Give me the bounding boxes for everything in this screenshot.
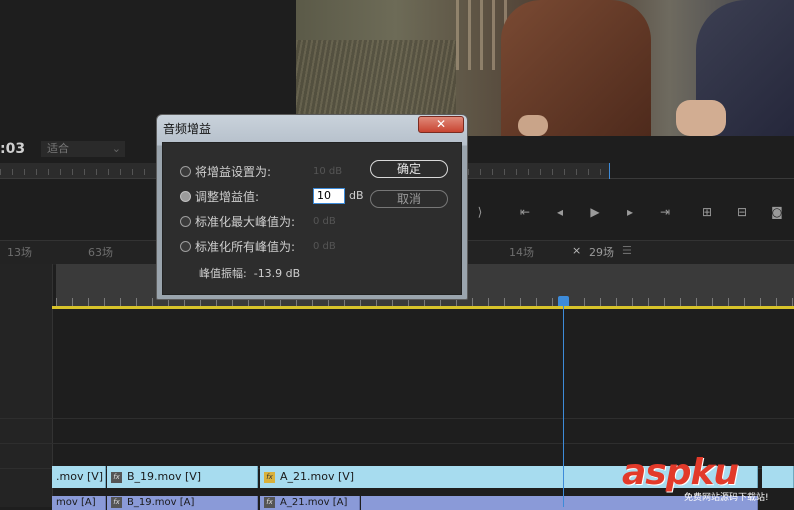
dialog-title: 音频增益 (163, 122, 212, 136)
radio-icon[interactable] (180, 216, 191, 227)
fit-dropdown-value: 适合 (47, 142, 69, 155)
mark-in-icon[interactable]: ⟩ (470, 204, 490, 220)
work-area-bar[interactable] (52, 306, 794, 309)
radio-icon[interactable] (180, 241, 191, 252)
set-gain-value: 10 dB (313, 166, 343, 177)
cancel-button[interactable]: 取消 (370, 190, 448, 208)
clip-label: .mov [V] (56, 470, 104, 483)
fx-icon: fx (111, 496, 122, 508)
tab-13[interactable]: 13场 (7, 244, 32, 260)
close-icon[interactable]: ✕ (418, 116, 464, 133)
audio-clip[interactable]: fx B_19.mov [A] (107, 496, 258, 510)
tab-14[interactable]: 14场 (509, 244, 534, 260)
option-label: 调整增益值: (195, 190, 260, 204)
tab-63[interactable]: 63场 (88, 244, 113, 260)
video-clip[interactable] (762, 466, 794, 488)
fx-icon: fx (264, 471, 275, 483)
clip-label: A_21.mov [V] (280, 470, 355, 483)
option-label: 将增益设置为: (195, 165, 272, 179)
fx-icon: fx (111, 471, 122, 483)
radio-icon[interactable] (180, 166, 191, 177)
audio-clip[interactable]: mov [A] (52, 496, 106, 510)
normalize-all-value: 0 dB (313, 241, 336, 252)
option-set-gain[interactable]: 将增益设置为: (180, 163, 271, 181)
step-forward-icon[interactable]: ▸ (620, 204, 640, 220)
clip-label: mov [A] (56, 497, 96, 508)
watermark-subtitle: 免费网站源码下载站! (684, 493, 769, 503)
tab-close-icon[interactable]: × (572, 244, 581, 257)
track-header-column (0, 264, 53, 507)
ok-button[interactable]: 确定 (370, 160, 448, 178)
fit-dropdown[interactable]: 适合 ⌄ (41, 141, 125, 157)
option-normalize-all-peaks[interactable]: 标准化所有峰值为: (180, 238, 295, 256)
clip-label: B_19.mov [V] (127, 470, 202, 483)
audio-clip[interactable]: fx A_21.mov [A] (260, 496, 360, 510)
go-to-out-icon[interactable]: ⇥ (655, 204, 675, 220)
play-icon[interactable]: ▶ (585, 204, 605, 220)
peak-amplitude: 峰值振幅: -13.9 dB (199, 266, 300, 282)
step-back-icon[interactable]: ◂ (550, 204, 570, 220)
timeline-playhead[interactable] (563, 296, 564, 507)
monitor-playhead[interactable] (609, 163, 610, 179)
export-frame-icon[interactable]: ◙ (767, 204, 787, 220)
watermark-logo: aspku (622, 452, 739, 493)
video-hand (518, 115, 548, 136)
dialog-body: 将增益设置为: 10 dB 调整增益值: 10 dB 标准化最大峰值为: 0 d… (162, 142, 462, 295)
fx-icon: fx (264, 496, 275, 508)
overwrite-icon[interactable]: ⊟ (732, 204, 752, 220)
tab-menu-icon[interactable]: ☰ (622, 244, 632, 257)
video-clip[interactable]: fx B_19.mov [V] (107, 466, 258, 488)
insert-icon[interactable]: ⊞ (697, 204, 717, 220)
chevron-down-icon: ⌄ (111, 142, 121, 155)
video-clip[interactable]: .mov [V] (52, 466, 106, 488)
clip-label: A_21.mov [A] (280, 497, 348, 508)
option-adjust-gain[interactable]: 调整增益值: (180, 188, 259, 206)
track-divider (0, 418, 794, 419)
peak-amplitude-value: -13.9 dB (253, 267, 301, 280)
option-normalize-max-peak[interactable]: 标准化最大峰值为: (180, 213, 295, 231)
go-to-in-icon[interactable]: ⇤ (515, 204, 535, 220)
video-hand-right (676, 100, 726, 136)
option-label: 标准化所有峰值为: (195, 240, 296, 254)
gain-input[interactable]: 10 (313, 188, 345, 204)
gain-unit: dB (349, 189, 364, 202)
radio-selected-icon[interactable] (180, 191, 191, 202)
tab-29[interactable]: 29场 (589, 244, 614, 260)
peak-amplitude-label: 峰值振幅: (199, 267, 247, 280)
audio-gain-dialog: 音频增益 ✕ 将增益设置为: 10 dB 调整增益值: 10 dB 标准化最大峰… (156, 114, 468, 300)
option-label: 标准化最大峰值为: (195, 215, 296, 229)
program-timecode[interactable]: :03 (0, 141, 25, 157)
track-divider (0, 443, 794, 444)
clip-label: B_19.mov [A] (127, 497, 195, 508)
normalize-max-value: 0 dB (313, 216, 336, 227)
